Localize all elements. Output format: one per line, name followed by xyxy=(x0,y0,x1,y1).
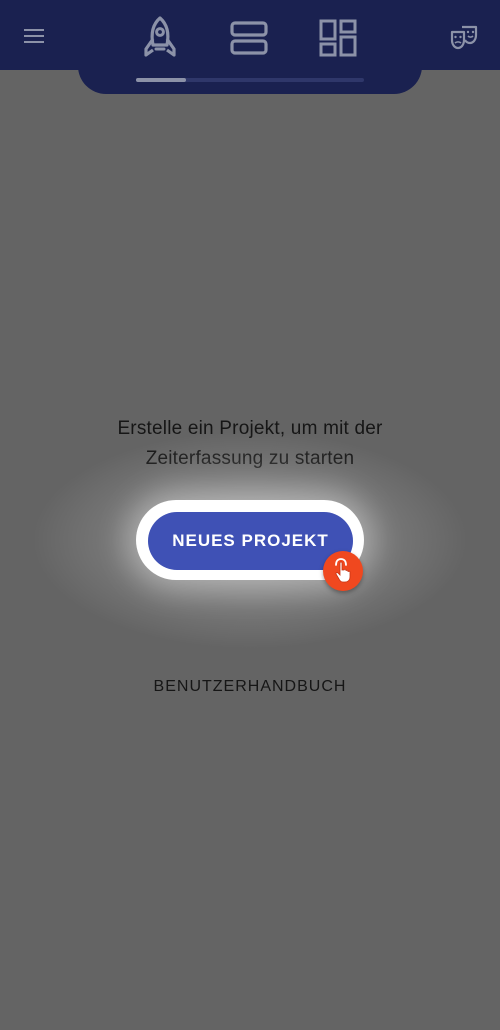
theater-masks-icon xyxy=(450,25,478,50)
empty-state-message: Erstelle ein Projekt, um mit der Zeiterf… xyxy=(60,414,440,474)
menu-button[interactable] xyxy=(14,16,54,56)
mode-toggle-button[interactable] xyxy=(444,18,484,58)
tab-dashboard[interactable] xyxy=(310,12,366,64)
dashboard-icon xyxy=(319,19,357,57)
menu-icon xyxy=(24,29,44,43)
tab-list[interactable] xyxy=(221,12,277,64)
tab-rocket[interactable] xyxy=(132,12,188,64)
rocket-icon xyxy=(144,16,176,57)
tap-hint-icon xyxy=(323,551,363,591)
tab-indicator xyxy=(136,78,186,82)
tab-bar-notch xyxy=(78,60,422,94)
new-project-button[interactable]: NEUES PROJEKT xyxy=(148,512,353,570)
empty-state-message-line1: Erstelle ein Projekt, um mit der xyxy=(117,418,383,439)
empty-state-message-line2: Zeiterfassung zu starten xyxy=(145,448,355,469)
user-manual-button[interactable]: BENUTZERHANDBUCH xyxy=(130,668,370,706)
view-list-icon xyxy=(230,21,268,55)
